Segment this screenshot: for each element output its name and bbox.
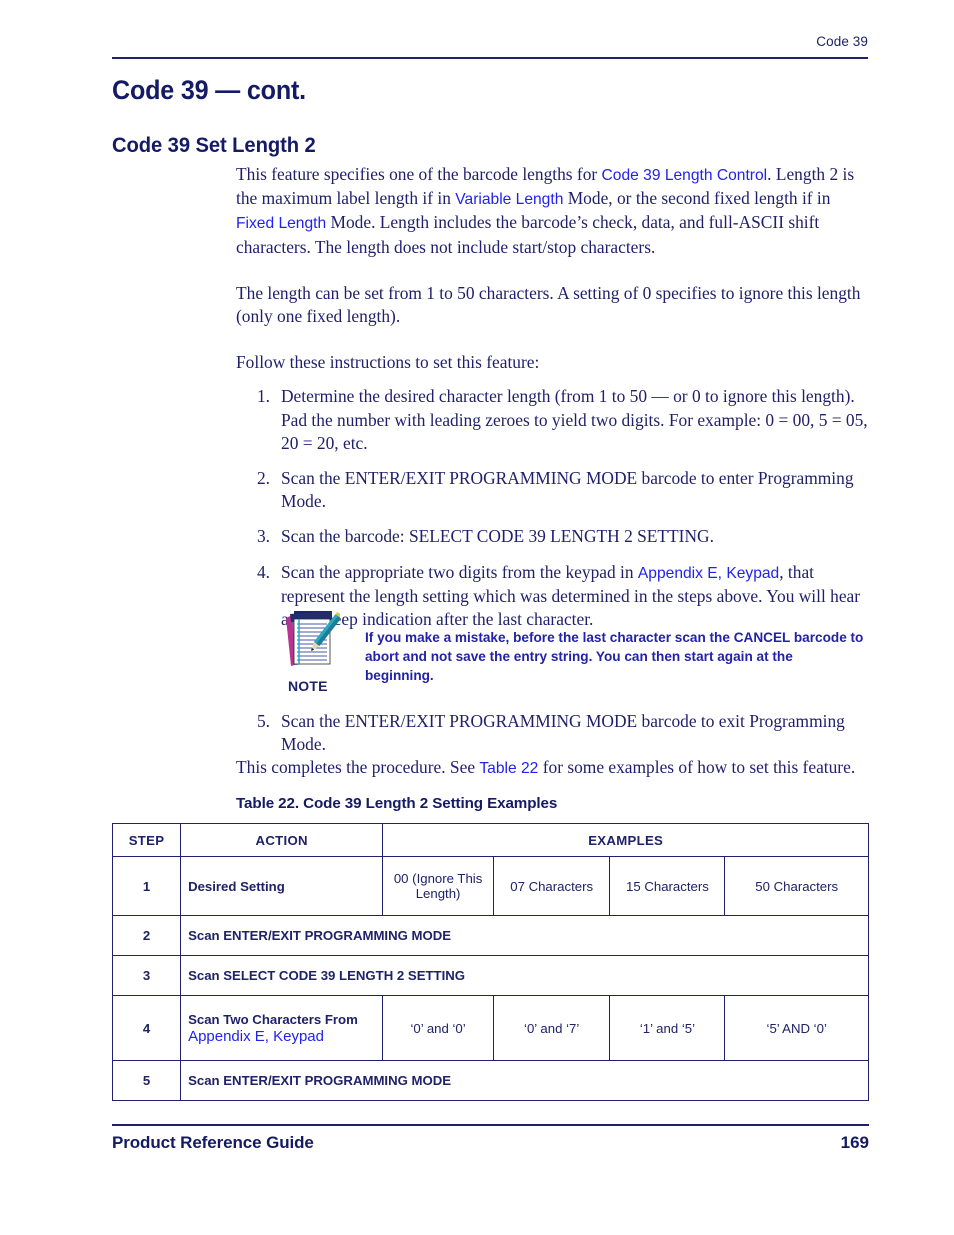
row-example-1: 00 (Ignore This Length)	[382, 856, 494, 916]
note-text: If you make a mistake, before the last c…	[365, 630, 864, 683]
section-title: Code 39 Set Length 2	[112, 133, 316, 157]
instruction-list-continued: 5. Scan the ENTER/EXIT PROGRAMMING MODE …	[236, 710, 870, 756]
instructions-lead: Follow these instructions to set this fe…	[236, 352, 540, 373]
row-example-2: ‘0’ and ‘7’	[492, 995, 611, 1061]
row-example-3: 15 Characters	[609, 856, 726, 916]
length-range-paragraph: The length can be set from 1 to 50 chara…	[236, 282, 861, 327]
row-step-number: 1	[111, 856, 182, 916]
document-page: Code 39 Code 39 — cont. Code 39 Set Leng…	[0, 0, 954, 1235]
step-text: Scan the ENTER/EXIT PROGRAMMING MODE bar…	[281, 468, 854, 512]
link-fixed-length[interactable]: Fixed Length	[236, 215, 326, 232]
step-number: 5.	[256, 711, 270, 731]
intro-text-a: This feature specifies one of the barcod…	[236, 164, 602, 184]
step-number: 3.	[256, 526, 270, 547]
row-example-3: ‘1’ and ‘5’	[609, 995, 726, 1061]
table-header-row: STEP ACTION EXAMPLES	[111, 823, 869, 857]
closing-text-a: This completes the procedure. See	[236, 757, 480, 778]
step-text: Scan the ENTER/EXIT PROGRAMMING MODE bar…	[281, 711, 845, 755]
note-callout: If you make a mistake, before the last c…	[280, 606, 870, 696]
note-label: NOTE	[288, 678, 328, 694]
table-row: 5 Scan ENTER/EXIT PROGRAMMING MODE	[111, 1060, 869, 1101]
link-appendix-e-keypad-cell[interactable]: Appendix E, Keypad	[188, 1028, 375, 1045]
column-header-step: STEP	[111, 823, 182, 857]
table-row: 4 Scan Two Characters From Appendix E, K…	[111, 995, 869, 1061]
page-number: 169	[840, 1133, 869, 1152]
row-action: Scan ENTER/EXIT PROGRAMMING MODE	[180, 915, 869, 956]
intro-text-c: Mode, or the second fixed length if in	[563, 188, 831, 209]
link-variable-length[interactable]: Variable Length	[455, 191, 563, 208]
row-step-number: 5	[111, 1060, 182, 1101]
list-item: 5. Scan the ENTER/EXIT PROGRAMMING MODE …	[236, 710, 870, 756]
link-code39-length-control[interactable]: Code 39 Length Control	[602, 167, 768, 184]
step-text-a: Scan the appropriate two digits from the…	[281, 561, 638, 582]
step-number: 4.	[256, 561, 270, 582]
row-action-cell: Scan Two Characters From Appendix E, Key…	[180, 995, 384, 1061]
column-header-action: ACTION	[180, 823, 384, 857]
row-action: Scan SELECT CODE 39 LENGTH 2 SETTING	[180, 955, 869, 996]
intro-paragraph: This feature specifies one of the barcod…	[236, 163, 870, 259]
post-note-block: 5. Scan the ENTER/EXIT PROGRAMMING MODE …	[236, 710, 870, 781]
link-table-22[interactable]: Table 22	[479, 760, 538, 777]
step-number: 2.	[256, 468, 270, 489]
table-caption: Table 22. Code 39 Length 2 Setting Examp…	[236, 795, 558, 812]
body-column: This feature specifies one of the barcod…	[236, 163, 870, 643]
running-header: Code 39	[816, 34, 868, 49]
row-example-4: ‘5’ AND ‘0’	[724, 995, 869, 1061]
list-item: 3. Scan the barcode: SELECT CODE 39 LENG…	[236, 525, 870, 548]
row-action: Scan Two Characters From	[188, 1011, 358, 1027]
footer-rule	[112, 1124, 869, 1126]
row-example-1: ‘0’ and ‘0’	[382, 995, 494, 1061]
table-row: 2 Scan ENTER/EXIT PROGRAMMING MODE	[111, 915, 869, 956]
chapter-title: Code 39 — cont.	[112, 75, 306, 105]
step-text: Determine the desired character length (…	[281, 386, 868, 453]
step-text: Scan the barcode: SELECT CODE 39 LENGTH …	[281, 526, 714, 547]
list-item: 1. Determine the desired character lengt…	[236, 385, 870, 455]
table-row: 1 Desired Setting 00 (Ignore This Length…	[111, 856, 869, 916]
row-step-number: 3	[111, 955, 182, 996]
notepad-pencil-icon	[282, 608, 343, 668]
row-step-number: 4	[111, 995, 182, 1061]
examples-table: STEP ACTION EXAMPLES 1 Desired Setting 0…	[111, 823, 869, 1101]
column-header-examples: EXAMPLES	[382, 823, 869, 857]
closing-text-b: for some examples of how to set this fea…	[538, 757, 856, 778]
step-number: 1.	[256, 386, 270, 407]
row-example-2: 07 Characters	[492, 856, 611, 916]
table-row: 3 Scan SELECT CODE 39 LENGTH 2 SETTING	[111, 955, 869, 996]
row-action: Desired Setting	[180, 856, 384, 916]
closing-paragraph: This completes the procedure. See Table …	[236, 756, 870, 780]
header-rule	[112, 57, 868, 59]
link-appendix-e-keypad[interactable]: Appendix E, Keypad	[638, 565, 779, 582]
list-item: 2. Scan the ENTER/EXIT PROGRAMMING MODE …	[236, 467, 870, 513]
row-example-4: 50 Characters	[724, 856, 869, 916]
row-action: Scan ENTER/EXIT PROGRAMMING MODE	[180, 1060, 869, 1101]
instruction-list: 1. Determine the desired character lengt…	[236, 385, 870, 631]
row-step-number: 2	[111, 915, 182, 956]
